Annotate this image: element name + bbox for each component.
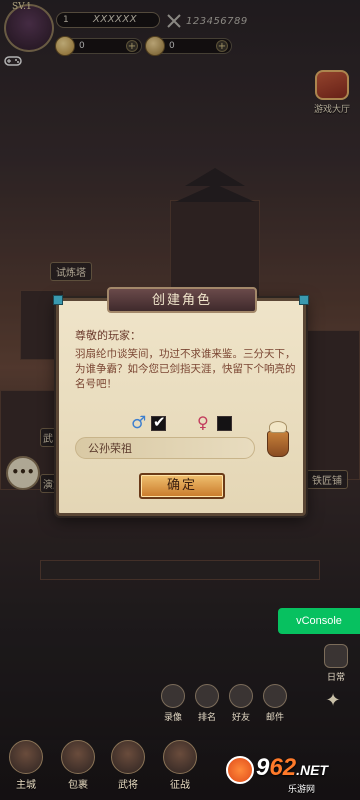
nav-label: 武将 [118,780,138,791]
dice-icon [269,421,287,433]
compass-icon[interactable]: ✦ [322,690,344,712]
checkmark-icon: ✔ [153,413,166,431]
battle-icon [163,740,197,774]
daily-label: 日常 [326,673,345,683]
female-checkbox[interactable] [217,416,232,431]
city-icon [9,740,43,774]
nav-generals[interactable]: 武将 [108,740,148,796]
menu-label: 好友 [231,713,250,723]
friends-button[interactable]: 好友 [228,684,254,723]
dice-cup-icon [267,431,289,457]
watermark-logo [226,756,254,784]
nav-label: 主城 [16,780,36,791]
replay-icon [161,684,185,708]
daily-icon [324,644,348,668]
watermark-brand: 962.NET [256,754,328,781]
vconsole-button[interactable]: vConsole [278,608,360,634]
character-name-input[interactable] [75,437,255,459]
mail-icon [263,684,287,708]
watermark-sub: 乐游网 [288,785,316,795]
menu-label: 邮件 [265,713,284,723]
female-icon: ♀ [197,413,209,432]
gender-selector: ♂ ✔ ♀ [131,413,251,435]
male-icon: ♂ [131,413,147,433]
confirm-button[interactable]: 确定 [139,473,225,499]
helmet-icon [111,740,145,774]
friends-icon [229,684,253,708]
male-checkbox[interactable]: ✔ [151,413,166,431]
nav-label: 包裹 [68,780,88,791]
site-watermark: 962.NET 乐游网 [226,752,356,796]
nav-campaign[interactable]: 征战 [160,740,200,796]
dialog-title: 创建角色 [151,293,212,308]
menu-label: 排名 [197,713,216,723]
ranking-button[interactable]: 排名 [194,684,220,723]
bag-icon [61,740,95,774]
dialog-title-banner: 创建角色 [107,287,257,313]
nav-inventory[interactable]: 包裹 [58,740,98,796]
secondary-menu: 录像 排名 好友 邮件 [160,684,288,723]
trophy-icon [195,684,219,708]
create-character-dialog: 创建角色 尊敬的玩家： 羽扇纶巾谈笑间，功过不求谁来鉴。三分天下，为谁争霸？如今… [53,287,309,516]
nav-label: 征战 [170,780,190,791]
daily-button[interactable]: 日常 [318,644,354,684]
intro-text: 羽扇纶巾谈笑间，功过不求谁来鉴。三分天下，为谁争霸？如今您已剑指天涯，快留下个响… [75,348,296,390]
menu-label: 录像 [163,713,182,723]
random-name-dice-button[interactable] [263,421,293,459]
greeting-text: 尊敬的玩家： [75,329,141,342]
mail-button[interactable]: 邮件 [262,684,288,723]
replay-button[interactable]: 录像 [160,684,186,723]
nav-main-city[interactable]: 主城 [6,740,46,796]
